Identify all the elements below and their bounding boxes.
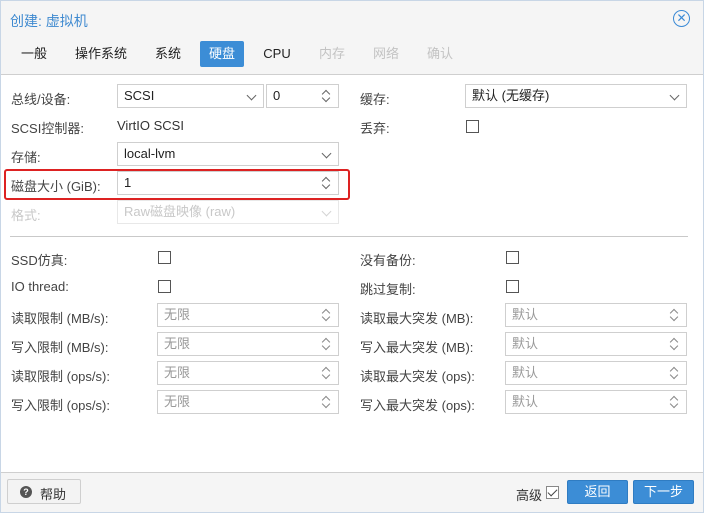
write-limit-ops-input[interactable]: 无限 (157, 390, 339, 414)
discard-label: 丢弃: (360, 121, 390, 136)
back-button[interactable]: 返回 (567, 480, 628, 504)
cache-label: 缓存: (360, 92, 390, 107)
chevron-down-icon[interactable] (318, 143, 338, 165)
help-button[interactable]: ? 帮助 (7, 479, 81, 504)
scsi-controller-value: VirtIO SCSI (117, 118, 184, 133)
spinner-icon[interactable] (318, 304, 338, 326)
write-limit-ops-label: 写入限制 (ops/s): (11, 398, 110, 413)
read-limit-ops-label: 读取限制 (ops/s): (11, 369, 110, 384)
storage-value: local-lvm (124, 146, 176, 161)
ssd-emulation-label: SSD仿真: (11, 253, 68, 268)
write-burst-ops-label: 写入最大突发 (ops): (360, 398, 475, 413)
write-limit-mb-placeholder: 无限 (164, 336, 191, 351)
skip-replication-checkbox[interactable] (506, 280, 519, 293)
write-burst-ops-placeholder: 默认 (512, 394, 539, 409)
write-burst-mb-input[interactable]: 默认 (505, 332, 687, 356)
skip-replication-label: 跳过复制: (360, 282, 416, 297)
write-burst-ops-input[interactable]: 默认 (505, 390, 687, 414)
bus-select[interactable]: SCSI (117, 84, 264, 108)
bus-value: SCSI (124, 88, 155, 103)
tab-network: 网络 (372, 46, 399, 61)
write-limit-mb-label: 写入限制 (MB/s): (11, 340, 109, 355)
device-number-input[interactable]: 0 (266, 84, 339, 108)
read-burst-ops-placeholder: 默认 (512, 365, 539, 380)
tab-confirm: 确认 (426, 46, 453, 61)
close-icon[interactable]: ✕ (673, 10, 690, 27)
device-value: 0 (273, 88, 281, 103)
help-button-label: 帮助 (40, 487, 67, 502)
read-burst-ops-input[interactable]: 默认 (505, 361, 687, 385)
format-value: Raw磁盘映像 (raw) (124, 204, 236, 219)
no-backup-checkbox[interactable] (506, 251, 519, 264)
tab-memory: 内存 (318, 46, 345, 61)
chevron-down-icon[interactable] (243, 85, 263, 107)
tab-general[interactable]: 一般 (13, 41, 55, 67)
read-limit-mb-input[interactable]: 无限 (157, 303, 339, 327)
spinner-icon[interactable] (666, 304, 686, 326)
tab-hard-disk[interactable]: 硬盘 (200, 41, 244, 67)
read-burst-mb-placeholder: 默认 (512, 307, 539, 322)
format-select: Raw磁盘映像 (raw) (117, 200, 339, 224)
spinner-icon[interactable] (666, 362, 686, 384)
storage-select[interactable]: local-lvm (117, 142, 339, 166)
create-vm-dialog: 创建: 虚拟机 ✕ 一般 操作系统 系统 硬盘 CPU 内存 网络 确认 总线/… (0, 0, 704, 513)
dialog-footer: ? 帮助 高级 返回 下一步 (1, 473, 703, 512)
dialog-titlebar: 创建: 虚拟机 ✕ (1, 1, 703, 37)
spinner-icon[interactable] (666, 333, 686, 355)
storage-label: 存储: (11, 150, 41, 165)
write-limit-ops-placeholder: 无限 (164, 394, 191, 409)
question-circle-icon: ? (20, 486, 32, 498)
advanced-label: 高级 (516, 488, 543, 503)
read-burst-ops-label: 读取最大突发 (ops): (360, 369, 475, 384)
next-button[interactable]: 下一步 (633, 480, 694, 504)
read-limit-mb-placeholder: 无限 (164, 307, 191, 322)
cache-select[interactable]: 默认 (无缓存) (465, 84, 687, 108)
write-burst-mb-placeholder: 默认 (512, 336, 539, 351)
format-label: 格式: (11, 208, 41, 223)
cache-value: 默认 (无缓存) (472, 88, 550, 103)
read-limit-mb-label: 读取限制 (MB/s): (11, 311, 109, 326)
discard-checkbox[interactable] (466, 120, 479, 133)
spinner-icon[interactable] (318, 333, 338, 355)
spinner-icon[interactable] (318, 391, 338, 413)
read-limit-ops-placeholder: 无限 (164, 365, 191, 380)
disk-size-highlight (4, 169, 350, 200)
chevron-down-icon (318, 201, 338, 223)
advanced-checkbox[interactable] (546, 486, 559, 499)
tab-os[interactable]: 操作系统 (69, 41, 133, 67)
read-limit-ops-input[interactable]: 无限 (157, 361, 339, 385)
read-burst-mb-label: 读取最大突发 (MB): (360, 311, 474, 326)
tab-cpu[interactable]: CPU (256, 41, 298, 67)
write-burst-mb-label: 写入最大突发 (MB): (360, 340, 474, 355)
io-thread-label: IO thread: (11, 279, 69, 294)
chevron-down-icon[interactable] (666, 85, 686, 107)
spinner-icon[interactable] (318, 85, 338, 107)
spinner-icon[interactable] (318, 362, 338, 384)
hard-disk-panel: 总线/设备: SCSI 0 SCSI控制器: VirtIO SCSI 存储: l… (1, 74, 703, 473)
no-backup-label: 没有备份: (360, 253, 416, 268)
scsi-controller-label: SCSI控制器: (11, 121, 84, 136)
write-limit-mb-input[interactable]: 无限 (157, 332, 339, 356)
spinner-icon[interactable] (666, 391, 686, 413)
bus-device-label: 总线/设备: (11, 92, 71, 107)
dialog-title: 创建: 虚拟机 (10, 13, 88, 29)
io-thread-checkbox[interactable] (158, 280, 171, 293)
ssd-emulation-checkbox[interactable] (158, 251, 171, 264)
read-burst-mb-input[interactable]: 默认 (505, 303, 687, 327)
advanced-divider (10, 236, 688, 237)
tab-system[interactable]: 系统 (147, 41, 189, 67)
